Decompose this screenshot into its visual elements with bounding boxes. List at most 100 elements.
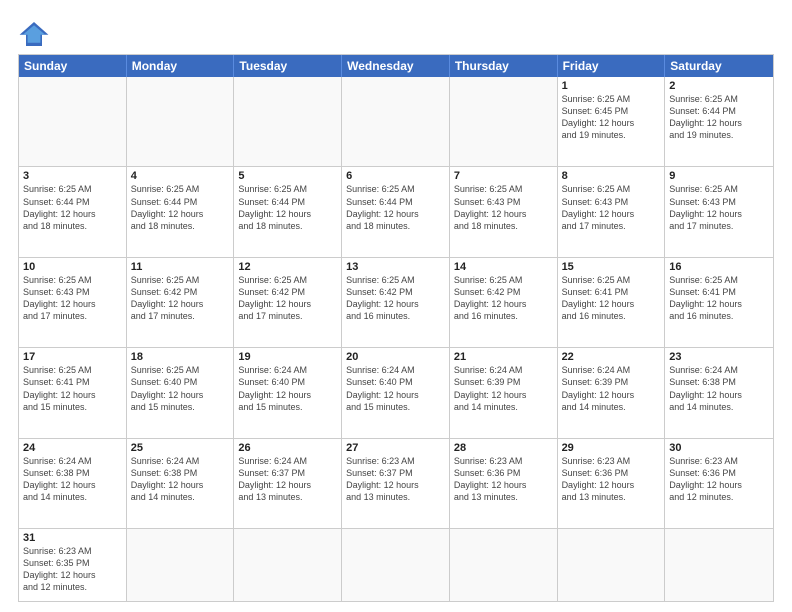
day-number: 27: [346, 442, 445, 454]
day-info: Sunrise: 6:25 AM Sunset: 6:41 PM Dayligh…: [669, 274, 769, 323]
day-cell-30: 30Sunrise: 6:23 AM Sunset: 6:36 PM Dayli…: [665, 439, 773, 528]
day-info: Sunrise: 6:25 AM Sunset: 6:44 PM Dayligh…: [669, 93, 769, 142]
day-number: 24: [23, 442, 122, 454]
day-info: Sunrise: 6:25 AM Sunset: 6:42 PM Dayligh…: [454, 274, 553, 323]
day-number: 21: [454, 351, 553, 363]
day-cell-22: 22Sunrise: 6:24 AM Sunset: 6:39 PM Dayli…: [558, 348, 666, 437]
empty-cell-0-2: [234, 77, 342, 166]
header-cell-sunday: Sunday: [19, 55, 127, 77]
day-cell-19: 19Sunrise: 6:24 AM Sunset: 6:40 PM Dayli…: [234, 348, 342, 437]
day-info: Sunrise: 6:23 AM Sunset: 6:36 PM Dayligh…: [454, 455, 553, 504]
day-info: Sunrise: 6:25 AM Sunset: 6:43 PM Dayligh…: [454, 183, 553, 232]
day-number: 16: [669, 261, 769, 273]
day-info: Sunrise: 6:25 AM Sunset: 6:42 PM Dayligh…: [131, 274, 230, 323]
header-cell-saturday: Saturday: [665, 55, 773, 77]
day-number: 10: [23, 261, 122, 273]
calendar-row-4: 24Sunrise: 6:24 AM Sunset: 6:38 PM Dayli…: [19, 438, 773, 528]
day-number: 15: [562, 261, 661, 273]
day-number: 8: [562, 170, 661, 182]
calendar-row-0: 1Sunrise: 6:25 AM Sunset: 6:45 PM Daylig…: [19, 77, 773, 166]
day-info: Sunrise: 6:24 AM Sunset: 6:39 PM Dayligh…: [562, 364, 661, 413]
day-cell-14: 14Sunrise: 6:25 AM Sunset: 6:42 PM Dayli…: [450, 258, 558, 347]
day-info: Sunrise: 6:24 AM Sunset: 6:38 PM Dayligh…: [669, 364, 769, 413]
calendar-row-5: 31Sunrise: 6:23 AM Sunset: 6:35 PM Dayli…: [19, 528, 773, 601]
day-info: Sunrise: 6:25 AM Sunset: 6:44 PM Dayligh…: [23, 183, 122, 232]
empty-cell-5-6: [665, 529, 773, 601]
empty-cell-5-3: [342, 529, 450, 601]
page-header: [18, 16, 774, 48]
header-cell-monday: Monday: [127, 55, 235, 77]
day-cell-25: 25Sunrise: 6:24 AM Sunset: 6:38 PM Dayli…: [127, 439, 235, 528]
day-number: 9: [669, 170, 769, 182]
day-cell-10: 10Sunrise: 6:25 AM Sunset: 6:43 PM Dayli…: [19, 258, 127, 347]
day-info: Sunrise: 6:23 AM Sunset: 6:36 PM Dayligh…: [669, 455, 769, 504]
day-cell-12: 12Sunrise: 6:25 AM Sunset: 6:42 PM Dayli…: [234, 258, 342, 347]
day-number: 5: [238, 170, 337, 182]
day-cell-20: 20Sunrise: 6:24 AM Sunset: 6:40 PM Dayli…: [342, 348, 450, 437]
day-info: Sunrise: 6:25 AM Sunset: 6:41 PM Dayligh…: [23, 364, 122, 413]
day-cell-1: 1Sunrise: 6:25 AM Sunset: 6:45 PM Daylig…: [558, 77, 666, 166]
logo-icon: [18, 20, 50, 48]
day-number: 13: [346, 261, 445, 273]
day-cell-23: 23Sunrise: 6:24 AM Sunset: 6:38 PM Dayli…: [665, 348, 773, 437]
day-number: 14: [454, 261, 553, 273]
day-info: Sunrise: 6:25 AM Sunset: 6:43 PM Dayligh…: [562, 183, 661, 232]
day-cell-3: 3Sunrise: 6:25 AM Sunset: 6:44 PM Daylig…: [19, 167, 127, 256]
day-info: Sunrise: 6:25 AM Sunset: 6:42 PM Dayligh…: [346, 274, 445, 323]
day-number: 28: [454, 442, 553, 454]
day-info: Sunrise: 6:25 AM Sunset: 6:44 PM Dayligh…: [131, 183, 230, 232]
day-number: 4: [131, 170, 230, 182]
empty-cell-5-4: [450, 529, 558, 601]
day-number: 12: [238, 261, 337, 273]
day-cell-27: 27Sunrise: 6:23 AM Sunset: 6:37 PM Dayli…: [342, 439, 450, 528]
day-cell-29: 29Sunrise: 6:23 AM Sunset: 6:36 PM Dayli…: [558, 439, 666, 528]
day-number: 3: [23, 170, 122, 182]
day-cell-13: 13Sunrise: 6:25 AM Sunset: 6:42 PM Dayli…: [342, 258, 450, 347]
calendar-body: 1Sunrise: 6:25 AM Sunset: 6:45 PM Daylig…: [19, 77, 773, 601]
calendar-row-3: 17Sunrise: 6:25 AM Sunset: 6:41 PM Dayli…: [19, 347, 773, 437]
header-cell-friday: Friday: [558, 55, 666, 77]
day-info: Sunrise: 6:24 AM Sunset: 6:38 PM Dayligh…: [23, 455, 122, 504]
day-cell-24: 24Sunrise: 6:24 AM Sunset: 6:38 PM Dayli…: [19, 439, 127, 528]
empty-cell-0-3: [342, 77, 450, 166]
day-cell-4: 4Sunrise: 6:25 AM Sunset: 6:44 PM Daylig…: [127, 167, 235, 256]
day-number: 22: [562, 351, 661, 363]
day-cell-8: 8Sunrise: 6:25 AM Sunset: 6:43 PM Daylig…: [558, 167, 666, 256]
day-info: Sunrise: 6:23 AM Sunset: 6:37 PM Dayligh…: [346, 455, 445, 504]
empty-cell-5-5: [558, 529, 666, 601]
day-info: Sunrise: 6:25 AM Sunset: 6:43 PM Dayligh…: [669, 183, 769, 232]
day-info: Sunrise: 6:25 AM Sunset: 6:43 PM Dayligh…: [23, 274, 122, 323]
day-info: Sunrise: 6:25 AM Sunset: 6:41 PM Dayligh…: [562, 274, 661, 323]
day-info: Sunrise: 6:25 AM Sunset: 6:44 PM Dayligh…: [238, 183, 337, 232]
day-info: Sunrise: 6:24 AM Sunset: 6:39 PM Dayligh…: [454, 364, 553, 413]
empty-cell-0-0: [19, 77, 127, 166]
day-number: 6: [346, 170, 445, 182]
day-number: 19: [238, 351, 337, 363]
day-info: Sunrise: 6:25 AM Sunset: 6:45 PM Dayligh…: [562, 93, 661, 142]
day-info: Sunrise: 6:24 AM Sunset: 6:40 PM Dayligh…: [238, 364, 337, 413]
day-cell-28: 28Sunrise: 6:23 AM Sunset: 6:36 PM Dayli…: [450, 439, 558, 528]
day-info: Sunrise: 6:23 AM Sunset: 6:35 PM Dayligh…: [23, 545, 122, 594]
day-cell-15: 15Sunrise: 6:25 AM Sunset: 6:41 PM Dayli…: [558, 258, 666, 347]
header-cell-thursday: Thursday: [450, 55, 558, 77]
day-cell-7: 7Sunrise: 6:25 AM Sunset: 6:43 PM Daylig…: [450, 167, 558, 256]
day-number: 7: [454, 170, 553, 182]
calendar-row-1: 3Sunrise: 6:25 AM Sunset: 6:44 PM Daylig…: [19, 166, 773, 256]
logo: [18, 20, 54, 48]
empty-cell-5-2: [234, 529, 342, 601]
day-number: 29: [562, 442, 661, 454]
day-number: 18: [131, 351, 230, 363]
header-cell-tuesday: Tuesday: [234, 55, 342, 77]
day-number: 25: [131, 442, 230, 454]
day-number: 2: [669, 80, 769, 92]
day-number: 11: [131, 261, 230, 273]
day-info: Sunrise: 6:25 AM Sunset: 6:44 PM Dayligh…: [346, 183, 445, 232]
day-number: 26: [238, 442, 337, 454]
day-info: Sunrise: 6:23 AM Sunset: 6:36 PM Dayligh…: [562, 455, 661, 504]
day-number: 1: [562, 80, 661, 92]
day-info: Sunrise: 6:25 AM Sunset: 6:42 PM Dayligh…: [238, 274, 337, 323]
day-cell-21: 21Sunrise: 6:24 AM Sunset: 6:39 PM Dayli…: [450, 348, 558, 437]
day-number: 20: [346, 351, 445, 363]
day-cell-17: 17Sunrise: 6:25 AM Sunset: 6:41 PM Dayli…: [19, 348, 127, 437]
day-info: Sunrise: 6:24 AM Sunset: 6:37 PM Dayligh…: [238, 455, 337, 504]
